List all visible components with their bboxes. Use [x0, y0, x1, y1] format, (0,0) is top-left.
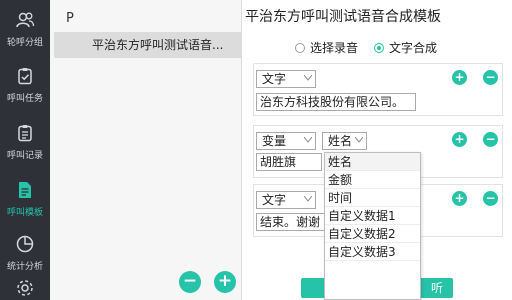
add-segment-button[interactable]: + [452, 70, 467, 85]
template-list-item[interactable]: 平治东方呼叫测试语音... [54, 32, 242, 58]
pie-chart-icon [16, 235, 34, 253]
dropdown-option[interactable]: 金额 [325, 171, 420, 189]
dropdown-option[interactable]: 姓名 [325, 153, 420, 171]
mode-radio-group: 选择录音 文字合成 [295, 39, 453, 56]
segment-type-select[interactable]: 文字 [256, 191, 316, 209]
list-search-text[interactable]: P [66, 11, 74, 26]
left-nav: 轮呼分组 呼叫任务 呼叫记录 呼叫模板 统计分析 [0, 0, 50, 300]
radio-text-synthesis[interactable] [374, 42, 385, 53]
select-value: 变量 [262, 134, 287, 148]
segment-type-select[interactable]: 变量 [256, 132, 316, 150]
radio-select-recording[interactable] [295, 42, 305, 53]
gear-icon [17, 280, 33, 296]
clipboard-check-icon [18, 68, 32, 85]
variable-dropdown-menu: 姓名 金额 时间 自定义数据1 自定义数据2 自定义数据3 [324, 152, 421, 300]
page-title: 平治东方呼叫测试语音合成模板 [245, 9, 441, 25]
select-value: 姓名 [328, 134, 353, 148]
remove-segment-button[interactable]: − [483, 191, 498, 206]
dropdown-option[interactable]: 自定义数据1 [325, 207, 420, 225]
dropdown-option[interactable]: 自定义数据3 [325, 243, 420, 261]
nav-item-call-tasks[interactable]: 呼叫任务 [0, 56, 50, 112]
add-segment-button[interactable]: + [452, 132, 467, 147]
nav-item-call-templates[interactable]: 呼叫模板 [0, 170, 50, 226]
chevron-down-icon [304, 196, 312, 202]
nav-label: 呼叫模板 [6, 208, 43, 218]
document-icon [19, 182, 31, 198]
nav-item-call-records[interactable]: 呼叫记录 [0, 113, 50, 169]
segment-type-select[interactable]: 文字 [256, 70, 316, 88]
remove-segment-button[interactable]: − [483, 132, 498, 147]
add-template-button[interactable]: + [214, 271, 236, 293]
select-value: 文字 [262, 193, 287, 207]
radio-label[interactable]: 文字合成 [389, 39, 437, 56]
nav-label: 呼叫记录 [6, 151, 43, 161]
variable-default-field[interactable]: 胡胜旗 [256, 153, 322, 171]
chevron-down-icon [304, 137, 312, 143]
dropdown-option[interactable]: 自定义数据2 [325, 225, 420, 243]
radio-label[interactable]: 选择录音 [310, 39, 358, 56]
template-list-panel: P 平治东方呼叫测试语音... − + [50, 0, 242, 300]
clipboard-list-icon [18, 125, 32, 142]
nav-item-rotation-group[interactable]: 轮呼分组 [0, 0, 50, 56]
segment-card: 文字 治东方科技股份有限公司。 [253, 63, 503, 116]
nav-label: 轮呼分组 [6, 38, 43, 48]
nav-item-settings[interactable] [0, 270, 50, 300]
select-value: 文字 [262, 72, 287, 86]
dropdown-option[interactable]: 时间 [325, 189, 420, 207]
remove-segment-button[interactable]: − [483, 70, 498, 85]
chevron-down-icon [355, 137, 363, 143]
users-icon [16, 12, 35, 28]
add-segment-button[interactable]: + [452, 191, 467, 206]
variable-select[interactable]: 姓名 [322, 132, 367, 150]
segment-text-field[interactable]: 治东方科技股份有限公司。 [256, 93, 416, 111]
chevron-down-icon [304, 75, 312, 81]
remove-template-button[interactable]: − [179, 271, 201, 293]
nav-label: 呼叫任务 [6, 94, 43, 104]
button-label: 听 [430, 281, 443, 295]
